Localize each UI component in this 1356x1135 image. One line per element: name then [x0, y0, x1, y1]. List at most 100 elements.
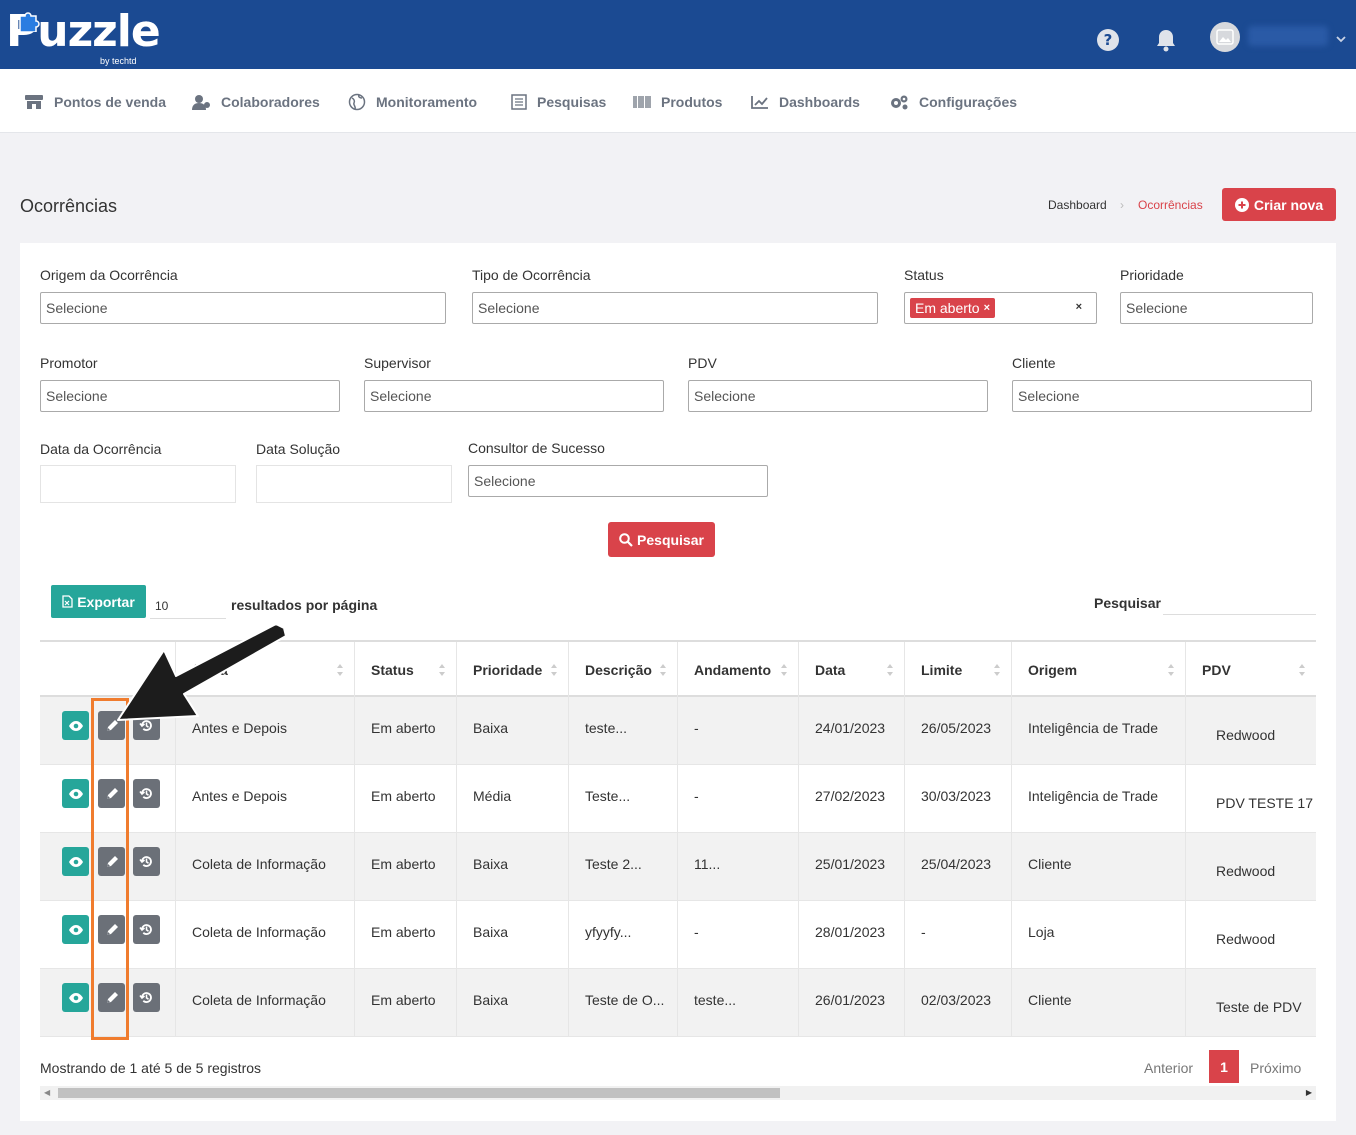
nav-item-configuracoes[interactable]: Configurações [889, 93, 1017, 111]
create-new-button[interactable]: Criar nova [1222, 188, 1336, 221]
table-row: Antes e Depois Em aberto Baixa teste... … [40, 697, 1316, 765]
column-header-pdv[interactable]: PDV [1185, 642, 1316, 697]
column-header-origem[interactable]: Origem [1011, 642, 1185, 697]
edit-button[interactable] [98, 779, 125, 808]
cell-data: 25/01/2023 [798, 833, 904, 901]
column-header-descricao[interactable]: Descrição [568, 642, 677, 697]
clear-selection-icon[interactable]: × [1076, 301, 1082, 313]
line-chart-icon [751, 96, 768, 109]
history-button[interactable] [133, 711, 160, 740]
view-button[interactable] [62, 779, 89, 808]
cell-status: Em aberto [354, 969, 456, 1037]
scrollbar-thumb[interactable] [58, 1088, 780, 1098]
edit-button[interactable] [98, 915, 125, 944]
tag-remove-icon[interactable]: × [984, 302, 990, 314]
table-search-input[interactable] [1163, 589, 1316, 615]
cell-andamento: - [677, 697, 798, 765]
nav-item-dashboards[interactable]: Dashboards [751, 93, 860, 111]
nav-item-colaboradores[interactable]: Colaboradores [191, 93, 320, 111]
origem-select[interactable]: Selecione [40, 292, 446, 324]
view-button[interactable] [62, 915, 89, 944]
cell-limite: 26/05/2023 [904, 697, 1011, 765]
gears-icon [891, 95, 908, 110]
column-header-label: Status [371, 661, 414, 678]
edit-button[interactable] [98, 711, 125, 740]
cliente-select[interactable]: Selecione [1012, 380, 1312, 412]
view-button[interactable] [62, 711, 89, 740]
prioridade-select[interactable]: Selecione [1120, 292, 1313, 324]
nav-item-pontos-de-venda[interactable]: Pontos de venda [24, 93, 166, 111]
eye-icon [68, 856, 83, 867]
nav-item-monitoramento[interactable]: Monitoramento [348, 93, 477, 111]
brand-logo[interactable]: Puzzle [6, 6, 161, 58]
tipo-select[interactable]: Selecione [472, 292, 878, 324]
cell-descricao: Teste de O... [568, 969, 677, 1037]
question-circle-icon[interactable]: ? [1095, 27, 1121, 53]
history-button[interactable] [133, 915, 160, 944]
cell-prioridade: Baixa [456, 833, 568, 901]
consultor-select[interactable]: Selecione [468, 465, 768, 497]
cell-data: 24/01/2023 [798, 697, 904, 765]
column-header-andamento[interactable]: Andamento [677, 642, 798, 697]
history-button[interactable] [133, 779, 160, 808]
svg-text:?: ? [1104, 31, 1113, 49]
cell-origem: Cliente [1011, 969, 1185, 1037]
user-avatar[interactable] [1210, 22, 1240, 52]
cell-data: 26/01/2023 [798, 969, 904, 1037]
scroll-left-icon[interactable]: ◀ [44, 1088, 50, 1097]
pencil-icon [106, 719, 118, 731]
occurrences-table: ência Status Prioridade Descrição Andame… [40, 640, 1316, 1037]
history-button[interactable] [133, 983, 160, 1012]
main-nav: Pontos de venda Colaboradores Monitorame… [0, 69, 1356, 133]
cell-origem: Inteligência de Trade [1011, 697, 1185, 765]
column-header-limite[interactable]: Limite [904, 642, 1011, 697]
pdv-select[interactable]: Selecione [688, 380, 988, 412]
column-header-tipo[interactable]: ência [175, 642, 354, 697]
cell-status: Em aberto [354, 697, 456, 765]
view-button[interactable] [62, 847, 89, 876]
data-ocorrencia-input[interactable] [40, 465, 236, 503]
user-name-redacted[interactable] [1248, 26, 1328, 46]
view-button[interactable] [62, 983, 89, 1012]
eye-icon [68, 720, 83, 731]
pagination-page[interactable]: 1 [1209, 1050, 1239, 1083]
users-icon [192, 95, 210, 110]
nav-item-pesquisas[interactable]: Pesquisas [511, 93, 606, 111]
cell-origem: Inteligência de Trade [1011, 765, 1185, 833]
nav-label: Produtos [661, 94, 723, 110]
nav-label: Configurações [919, 94, 1018, 110]
table-row: Antes e Depois Em aberto Média Teste... … [40, 765, 1316, 833]
scroll-right-icon[interactable]: ▶ [1306, 1088, 1312, 1097]
promotor-select[interactable]: Selecione [40, 380, 340, 412]
bell-icon[interactable] [1153, 27, 1179, 53]
status-select[interactable]: Em aberto × × [904, 292, 1097, 324]
column-header-prioridade[interactable]: Prioridade [456, 642, 568, 697]
export-button[interactable]: Exportar [51, 585, 146, 618]
plus-circle-icon [1234, 197, 1249, 212]
row-actions [40, 833, 175, 901]
column-header-label: Andamento [694, 661, 771, 678]
pencil-icon [106, 923, 118, 935]
column-header-data[interactable]: Data [798, 642, 904, 697]
nav-item-produtos[interactable]: Produtos [633, 93, 722, 111]
nav-label: Colaboradores [221, 94, 320, 110]
supervisor-label: Supervisor [364, 355, 431, 371]
history-button[interactable] [133, 847, 160, 876]
cell-tipo: Coleta de Informação [175, 969, 354, 1037]
export-label: Exportar [77, 593, 135, 610]
pencil-icon [106, 787, 118, 799]
edit-button[interactable] [98, 847, 125, 876]
pagination-next[interactable]: Próximo [1250, 1060, 1301, 1076]
search-button[interactable]: Pesquisar [608, 522, 715, 557]
data-solucao-input[interactable] [256, 465, 452, 503]
per-page-input[interactable] [150, 593, 226, 619]
chevron-down-icon[interactable] [1336, 30, 1346, 48]
supervisor-select[interactable]: Selecione [364, 380, 664, 412]
edit-button[interactable] [98, 983, 125, 1012]
horizontal-scrollbar[interactable]: ◀ ▶ [40, 1086, 1316, 1100]
column-header-status[interactable]: Status [354, 642, 456, 697]
pagination-previous[interactable]: Anterior [1144, 1060, 1193, 1076]
breadcrumb-dashboard[interactable]: Dashboard [1048, 198, 1107, 212]
cell-andamento: - [677, 765, 798, 833]
prioridade-label: Prioridade [1120, 267, 1184, 283]
